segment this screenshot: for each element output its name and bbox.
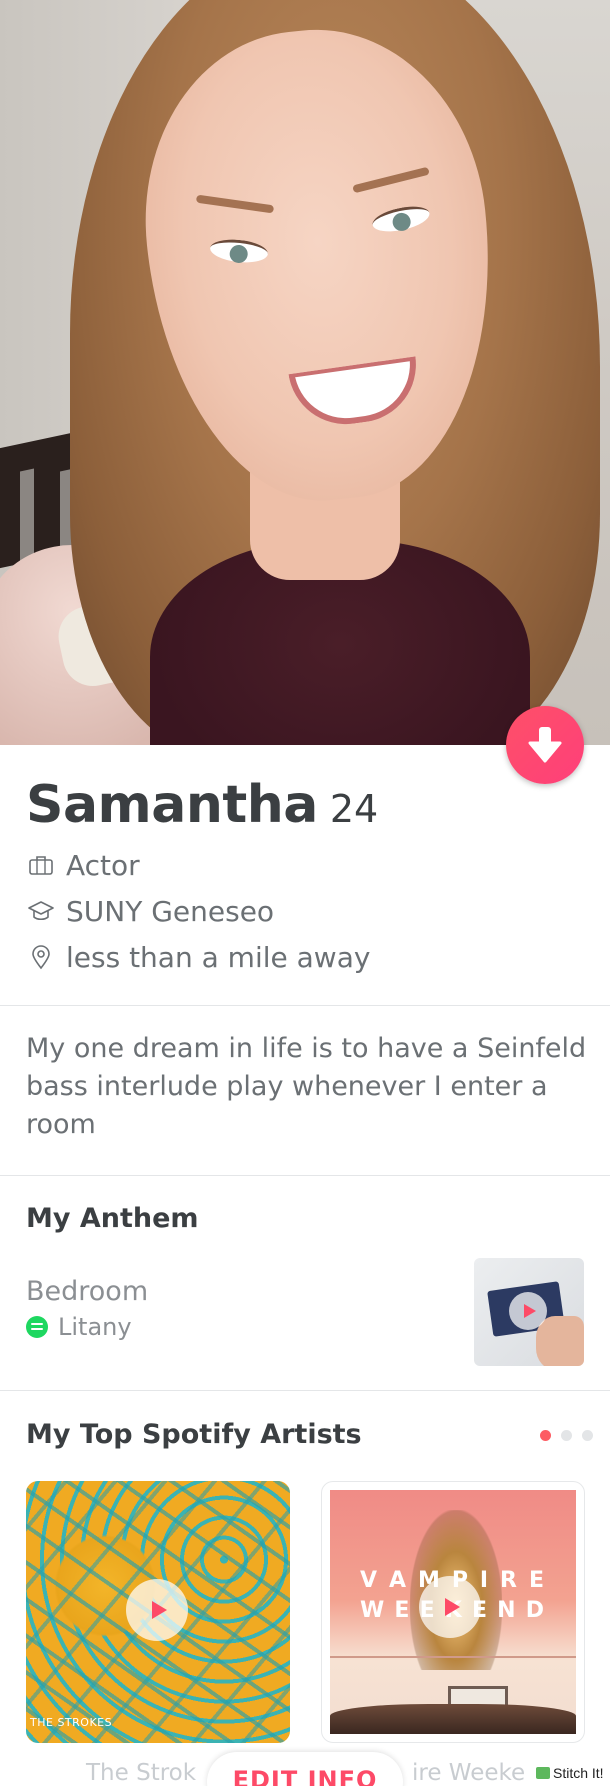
job-label: Actor: [66, 848, 140, 882]
divider: [0, 1175, 610, 1176]
profile-bio: My one dream in life is to have a Seinfe…: [26, 1033, 587, 1140]
album-caption: THE STROKES: [30, 1716, 113, 1729]
name-row: Samantha 24: [26, 775, 586, 835]
distance-label: less than a mile away: [66, 940, 371, 974]
school-row: SUNY Geneseo: [26, 894, 586, 928]
album-letter: D: [525, 1598, 546, 1623]
edit-info-button[interactable]: EDIT INFO: [207, 1752, 403, 1786]
collapse-profile-button[interactable]: [506, 706, 584, 784]
anthem-artwork-hand: [536, 1316, 584, 1366]
divider: [0, 1005, 610, 1006]
top-artists-title: My Top Spotify Artists: [26, 1419, 362, 1450]
watermark-text: Stitch It!: [553, 1765, 604, 1781]
briefcase-icon: [26, 851, 56, 879]
profile-info: Samantha 24 Actor SUNY Geneseo less than…: [26, 775, 586, 974]
anthem-play-thumbnail[interactable]: [474, 1258, 584, 1366]
album-letter: E: [528, 1568, 546, 1593]
profile-photo[interactable]: [0, 0, 610, 745]
job-row: Actor: [26, 848, 586, 882]
anthem-artist-row: Litany: [26, 1313, 132, 1341]
graduation-cap-icon: [26, 897, 56, 925]
play-icon[interactable]: [419, 1576, 481, 1638]
album-letter: V: [360, 1568, 380, 1593]
anthem-artist: Litany: [58, 1313, 132, 1341]
artist-card-vampire-weekend[interactable]: V A M P I R E W E E K E N D: [321, 1481, 585, 1743]
profile-age: 24: [329, 787, 379, 831]
album-letter: R: [500, 1568, 519, 1593]
location-pin-icon: [26, 943, 56, 971]
spotify-icon: [26, 1316, 48, 1338]
carousel-pager[interactable]: [530, 1430, 593, 1441]
album-letter: N: [497, 1598, 518, 1623]
album-art-vampire-weekend: V A M P I R E W E E K E N D: [330, 1490, 576, 1734]
album-letter: E: [394, 1598, 412, 1623]
anthem-title: My Anthem: [26, 1203, 199, 1234]
artist-name-the-strokes: The Strok: [86, 1760, 197, 1786]
play-icon: [509, 1292, 547, 1330]
play-icon[interactable]: [126, 1579, 188, 1641]
album-art-ceiling: [330, 1656, 576, 1658]
album-art-crowd: [330, 1704, 576, 1734]
pager-dot[interactable]: [561, 1430, 572, 1441]
album-letter: A: [388, 1568, 409, 1593]
school-label: SUNY Geneseo: [66, 894, 275, 928]
pager-dot[interactable]: [582, 1430, 593, 1441]
artist-card-the-strokes[interactable]: THE STROKES: [26, 1481, 290, 1743]
album-letter: W: [360, 1598, 387, 1623]
anthem-song: Bedroom: [26, 1276, 149, 1307]
arrow-down-icon: [528, 727, 562, 763]
distance-row: less than a mile away: [26, 940, 586, 974]
divider: [0, 1390, 610, 1391]
profile-name: Samantha: [26, 775, 318, 835]
album-letter: I: [479, 1568, 491, 1593]
artist-name-vampire-weekend: ire Weeke: [412, 1760, 526, 1786]
pager-dot-active[interactable]: [540, 1430, 551, 1441]
watermark: Stitch It!: [533, 1763, 607, 1783]
photo-slat: [20, 468, 34, 562]
stitch-logo-icon: [536, 1767, 550, 1779]
